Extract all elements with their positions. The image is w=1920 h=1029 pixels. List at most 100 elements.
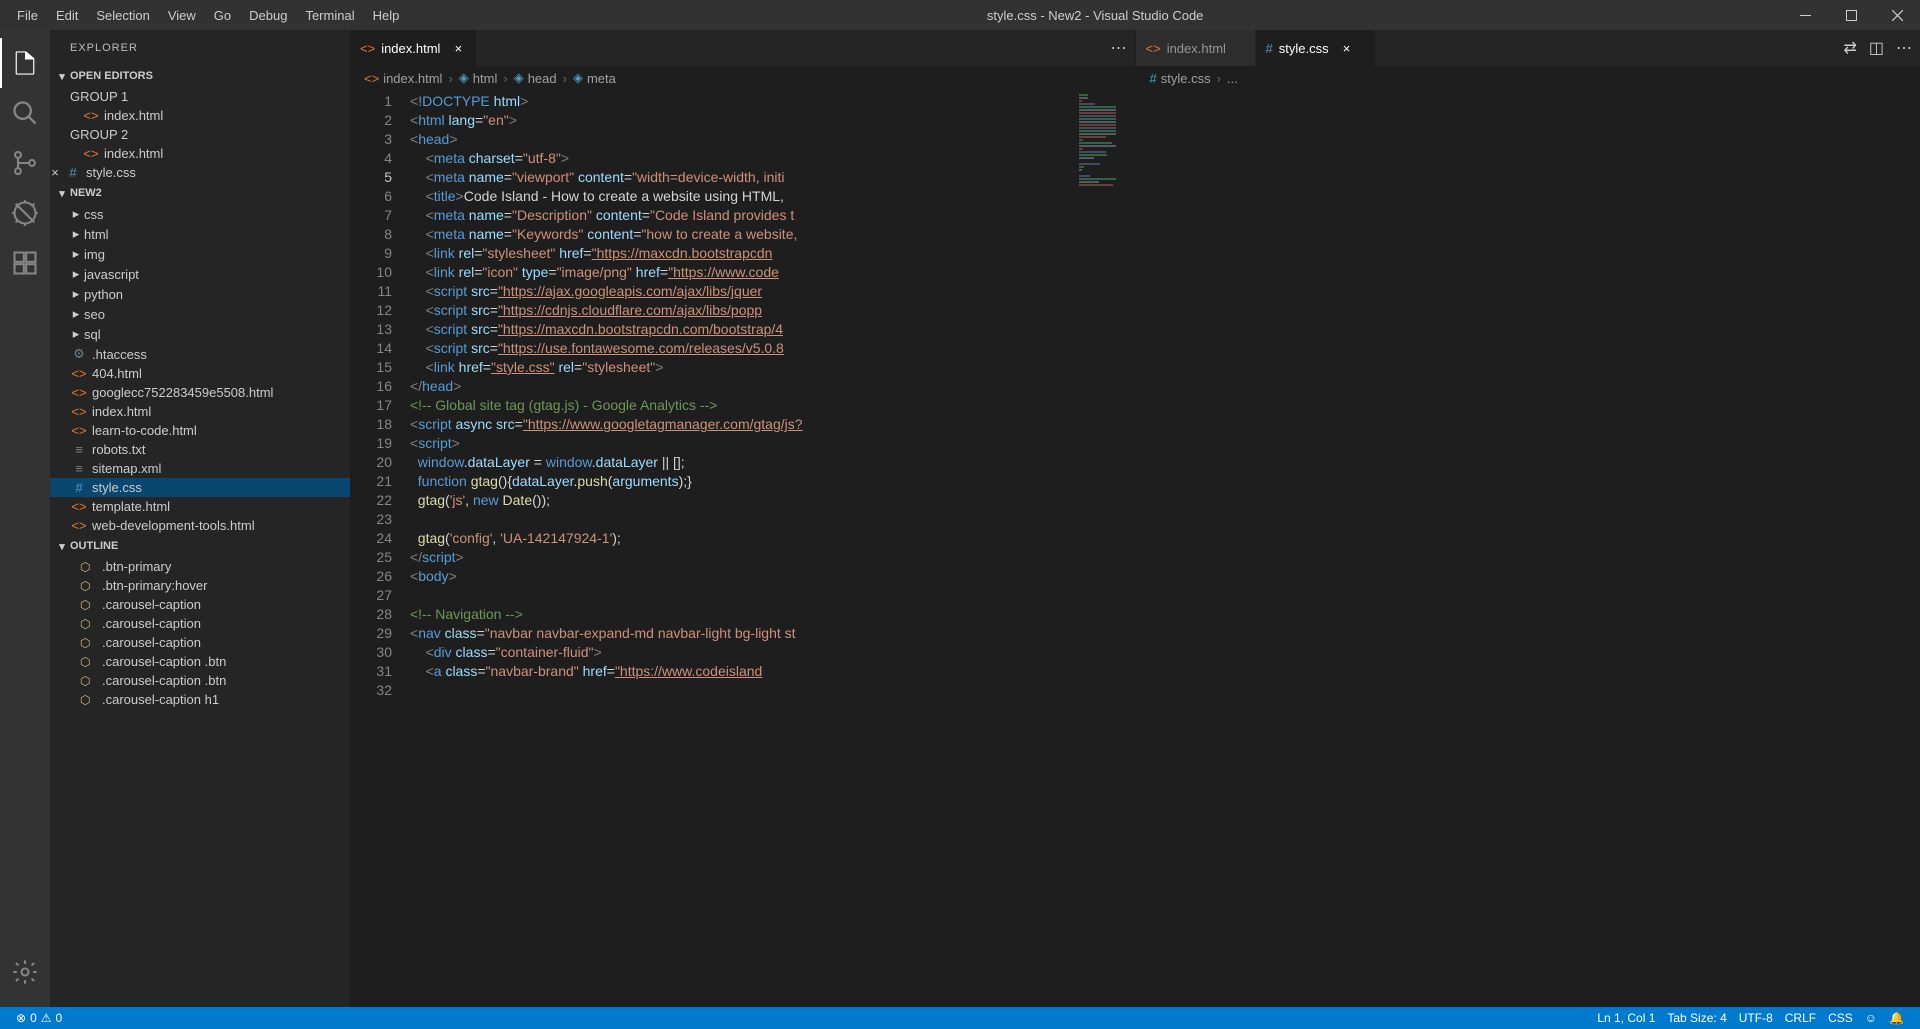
open-editor-file[interactable]: <> index.html — [50, 144, 350, 163]
tab-index-html[interactable]: <> index.html — [1136, 30, 1256, 66]
open-editors-section[interactable]: ▾ OPEN EDITORS — [50, 65, 350, 87]
file-label: sitemap.xml — [92, 461, 161, 476]
outline-item[interactable]: ⬡.carousel-caption — [50, 633, 350, 652]
status-language[interactable]: CSS — [1822, 1011, 1859, 1025]
outline-label: .carousel-caption .btn — [102, 673, 226, 688]
menu-debug[interactable]: Debug — [240, 4, 296, 27]
file-item[interactable]: <>index.html — [50, 402, 350, 421]
breadcrumb-item[interactable]: html — [473, 71, 498, 86]
outline-label: .carousel-caption — [102, 616, 201, 631]
tab-style-css[interactable]: # style.css × — [1256, 30, 1376, 66]
menu-terminal[interactable]: Terminal — [296, 4, 363, 27]
open-editor-file[interactable]: × # style.css — [50, 163, 350, 182]
menu-selection[interactable]: Selection — [87, 4, 158, 27]
status-feedback-icon[interactable]: ☺ — [1859, 1011, 1883, 1025]
breadcrumb-item[interactable]: head — [528, 71, 557, 86]
folder-item[interactable]: ▸html — [50, 224, 350, 244]
split-editor-icon[interactable]: ◫ — [1869, 38, 1884, 58]
outline-item[interactable]: ⬡.btn-primary:hover — [50, 576, 350, 595]
folder-item[interactable]: ▸javascript — [50, 264, 350, 284]
file-item[interactable]: #style.css — [50, 478, 350, 497]
close-window-button[interactable] — [1874, 0, 1920, 30]
status-errors[interactable]: ⊗0 ⚠0 — [10, 1011, 68, 1025]
status-encoding[interactable]: UTF-8 — [1733, 1011, 1779, 1025]
tab-index-html[interactable]: <> index.html × — [350, 30, 477, 66]
code-content[interactable] — [1196, 90, 1861, 1007]
outline-item[interactable]: ⬡.carousel-caption — [50, 614, 350, 633]
minimap[interactable] — [1075, 90, 1135, 1007]
code-editor-left[interactable]: 1234567891011121314151617181920212223242… — [350, 90, 1135, 1007]
outline-item[interactable]: ⬡.btn-primary — [50, 557, 350, 576]
menu-help[interactable]: Help — [364, 4, 409, 27]
tag-icon: ◈ — [514, 70, 524, 86]
menu-edit[interactable]: Edit — [47, 4, 87, 27]
symbol-icon: ⬡ — [80, 598, 100, 612]
file-item[interactable]: <>template.html — [50, 497, 350, 516]
file-label: learn-to-code.html — [92, 423, 197, 438]
workspace-section[interactable]: ▾ NEW2 — [50, 182, 350, 204]
debug-activity-icon[interactable] — [0, 188, 50, 238]
window-title: style.css - New2 - Visual Studio Code — [408, 8, 1782, 23]
more-actions-icon[interactable]: ⋯ — [1896, 38, 1912, 58]
close-icon[interactable]: × — [50, 165, 64, 180]
close-tab-icon[interactable]: × — [450, 40, 466, 56]
breadcrumb-item[interactable]: index.html — [383, 71, 442, 86]
file-item[interactable]: <>googlecc752283459e5508.html — [50, 383, 350, 402]
file-icon: <> — [68, 518, 90, 533]
outline-item[interactable]: ⬡.carousel-caption — [50, 595, 350, 614]
menu-go[interactable]: Go — [205, 4, 240, 27]
menu-file[interactable]: File — [8, 4, 47, 27]
open-editor-file[interactable]: <> index.html — [50, 106, 350, 125]
symbol-icon: ⬡ — [80, 655, 100, 669]
outline-label: .btn-primary — [102, 559, 171, 574]
breadcrumb-item[interactable]: meta — [587, 71, 616, 86]
editor-group-2: <> index.html # style.css × ⇄ ◫ ⋯ # styl… — [1136, 30, 1920, 1007]
file-item[interactable]: ⚙.htaccess — [50, 344, 350, 364]
code-editor-right[interactable] — [1136, 90, 1920, 1007]
explorer-activity-icon[interactable] — [0, 38, 50, 88]
breadcrumb[interactable]: # style.css › ... — [1136, 66, 1920, 90]
file-item[interactable]: <>learn-to-code.html — [50, 421, 350, 440]
settings-gear-icon[interactable] — [0, 947, 50, 997]
window-controls — [1782, 0, 1920, 30]
folder-item[interactable]: ▸sql — [50, 324, 350, 344]
folder-item[interactable]: ▸img — [50, 244, 350, 264]
status-eol[interactable]: CRLF — [1779, 1011, 1822, 1025]
file-item[interactable]: ≡robots.txt — [50, 440, 350, 459]
minimap[interactable] — [1860, 90, 1920, 1007]
status-position[interactable]: Ln 1, Col 1 — [1591, 1011, 1661, 1025]
outline-label: .carousel-caption .btn — [102, 654, 226, 669]
status-bar: ⊗0 ⚠0 Ln 1, Col 1 Tab Size: 4 UTF-8 CRLF… — [0, 1007, 1920, 1029]
search-activity-icon[interactable] — [0, 88, 50, 138]
more-actions-icon[interactable]: ⋯ — [1111, 38, 1127, 58]
outline-label: .carousel-caption — [102, 597, 201, 612]
file-item[interactable]: <>404.html — [50, 364, 350, 383]
breadcrumb[interactable]: <> index.html › ◈ html › ◈ head › ◈ meta — [350, 66, 1135, 90]
maximize-button[interactable] — [1828, 0, 1874, 30]
file-item[interactable]: ≡sitemap.xml — [50, 459, 350, 478]
minimize-button[interactable] — [1782, 0, 1828, 30]
outline-section[interactable]: ▾ OUTLINE — [50, 535, 350, 557]
file-label: index.html — [104, 108, 163, 123]
source-control-activity-icon[interactable] — [0, 138, 50, 188]
chevron-right-icon: ▸ — [68, 206, 84, 222]
status-bell-icon[interactable]: 🔔 — [1883, 1011, 1910, 1025]
chevron-right-icon: ▸ — [68, 326, 84, 342]
file-label: index.html — [92, 404, 151, 419]
symbol-icon: ⬡ — [80, 636, 100, 650]
folder-item[interactable]: ▸css — [50, 204, 350, 224]
menu-view[interactable]: View — [159, 4, 205, 27]
breadcrumb-item[interactable]: ... — [1227, 71, 1238, 86]
file-item[interactable]: <>web-development-tools.html — [50, 516, 350, 535]
breadcrumb-item[interactable]: style.css — [1161, 71, 1211, 86]
code-content[interactable]: <!DOCTYPE html><html lang="en"><head> <m… — [410, 90, 1075, 1007]
status-tabsize[interactable]: Tab Size: 4 — [1661, 1011, 1732, 1025]
outline-item[interactable]: ⬡.carousel-caption .btn — [50, 671, 350, 690]
compare-toggle-icon[interactable]: ⇄ — [1843, 38, 1856, 58]
outline-item[interactable]: ⬡.carousel-caption h1 — [50, 690, 350, 709]
folder-item[interactable]: ▸seo — [50, 304, 350, 324]
extensions-activity-icon[interactable] — [0, 238, 50, 288]
outline-item[interactable]: ⬡.carousel-caption .btn — [50, 652, 350, 671]
close-tab-icon[interactable]: × — [1339, 40, 1355, 56]
folder-item[interactable]: ▸python — [50, 284, 350, 304]
